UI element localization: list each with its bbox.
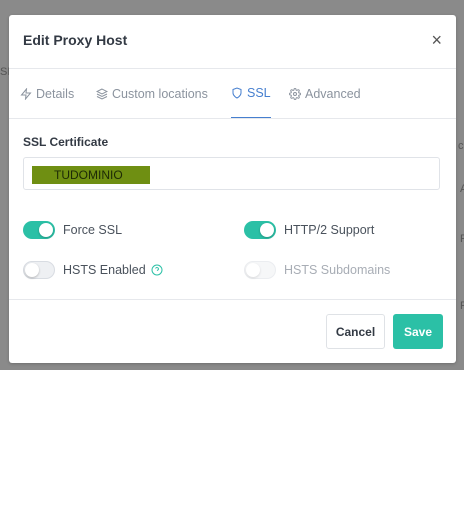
ssl-certificate-select[interactable]: TUDOMINIO: [23, 157, 440, 190]
background-text-fragment: A: [460, 183, 464, 195]
hsts-subdomains-toggle[interactable]: [244, 261, 276, 279]
tab-label: Advanced: [305, 86, 361, 101]
zap-icon: [20, 87, 32, 100]
layers-icon: [96, 87, 108, 100]
save-button[interactable]: Save: [393, 314, 443, 349]
cancel-button[interactable]: Cancel: [326, 314, 385, 349]
force-ssl-toggle[interactable]: [23, 221, 55, 239]
http2-toggle-row: HTTP/2 Support: [244, 221, 374, 239]
tab-advanced[interactable]: Advanced: [289, 69, 361, 118]
http2-support-label: HTTP/2 Support: [284, 223, 375, 237]
help-icon[interactable]: [151, 264, 163, 276]
background-text-fragment: c: [458, 140, 464, 152]
hsts-subdomains-toggle-row: HSTS Subdomains: [244, 261, 390, 279]
ssl-certificate-value: TUDOMINIO: [32, 166, 150, 184]
toggle-knob: [260, 223, 274, 237]
tab-details[interactable]: Details: [20, 69, 74, 118]
close-icon: ×: [431, 30, 442, 50]
modal-footer: Cancel Save: [9, 299, 456, 363]
tab-custom-locations[interactable]: Custom locations: [96, 69, 208, 118]
background-text-fragment: F: [460, 300, 464, 312]
tab-label: Details: [36, 86, 75, 101]
hsts-toggle-row: HSTS Enabled: [23, 261, 163, 279]
modal-header: Edit Proxy Host ×: [9, 15, 456, 69]
force-ssl-toggle-row: Force SSL: [23, 221, 122, 239]
shield-icon: [232, 87, 242, 99]
hsts-enabled-toggle[interactable]: [23, 261, 55, 279]
edit-proxy-host-modal: Edit Proxy Host × Details Custom locatio…: [9, 15, 456, 363]
close-button[interactable]: ×: [431, 31, 442, 49]
http2-support-toggle[interactable]: [244, 221, 276, 239]
toggle-knob: [246, 263, 260, 277]
tab-bar: Details Custom locations SSL Advanced: [9, 69, 456, 119]
tab-ssl[interactable]: SSL: [231, 69, 271, 118]
hsts-enabled-label: HSTS Enabled: [63, 263, 146, 277]
modal-title: Edit Proxy Host: [23, 32, 128, 48]
force-ssl-label: Force SSL: [63, 223, 123, 237]
gear-icon: [289, 87, 301, 100]
hsts-subdomains-label: HSTS Subdomains: [284, 263, 391, 277]
toggle-knob: [39, 223, 53, 237]
tab-label: SSL: [247, 86, 271, 100]
ssl-certificate-label: SSL Certificate: [23, 135, 109, 149]
tab-label: Custom locations: [112, 86, 208, 101]
toggle-knob: [25, 263, 39, 277]
background-text-fragment: F: [460, 233, 464, 245]
